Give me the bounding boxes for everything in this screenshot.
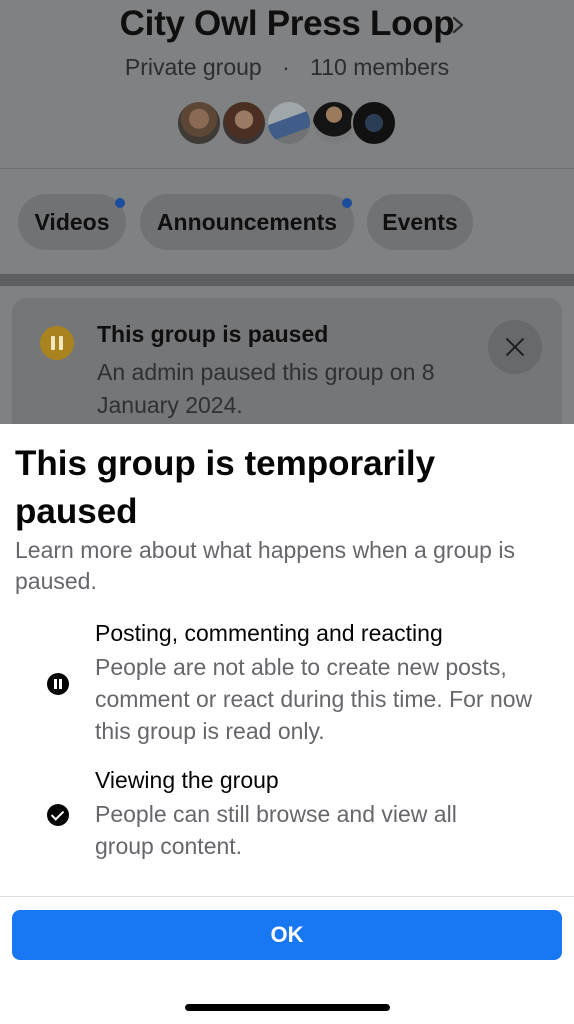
tab-announcements[interactable]: Announcements bbox=[140, 194, 354, 250]
item-title: Viewing the group bbox=[95, 767, 279, 793]
item-description: People are not able to create new posts,… bbox=[95, 654, 533, 744]
group-title[interactable]: City Owl Press Loop bbox=[120, 4, 455, 43]
meta-separator: · bbox=[282, 54, 290, 80]
pause-icon bbox=[40, 326, 74, 360]
check-circle-icon bbox=[47, 804, 69, 826]
section-separator bbox=[0, 274, 574, 286]
home-indicator bbox=[185, 1004, 390, 1011]
header-divider bbox=[0, 168, 574, 169]
group-header[interactable]: City Owl Press Loop bbox=[0, 4, 574, 44]
group-meta: Private group · 110 members bbox=[0, 54, 574, 81]
chevron-right-icon[interactable] bbox=[448, 10, 468, 40]
paused-info-sheet: This group is temporarily paused Learn m… bbox=[0, 424, 574, 1024]
notification-dot bbox=[115, 198, 125, 208]
avatar[interactable] bbox=[176, 100, 222, 146]
sheet-divider bbox=[0, 896, 574, 897]
item-description: People can still browse and view all gro… bbox=[95, 801, 457, 859]
tab-events[interactable]: Events bbox=[367, 194, 473, 250]
tab-label: Announcements bbox=[156, 208, 338, 235]
member-count[interactable]: 110 members bbox=[310, 54, 449, 80]
item-title: Posting, commenting and reacting bbox=[95, 620, 443, 646]
close-icon[interactable] bbox=[488, 320, 542, 374]
notice-text: An admin paused this group on 8 January … bbox=[97, 359, 435, 418]
group-page-background: City Owl Press Loop Private group · 110 … bbox=[0, 0, 574, 448]
tab-label: Videos bbox=[34, 208, 110, 235]
sheet-subtitle: Learn more about what happens when a gro… bbox=[15, 537, 515, 594]
avatar[interactable] bbox=[266, 100, 312, 146]
pause-icon bbox=[47, 673, 69, 695]
notice-title: This group is paused bbox=[97, 321, 329, 347]
tab-label: Events bbox=[382, 208, 458, 235]
group-privacy: Private group bbox=[124, 54, 262, 80]
ok-button[interactable]: OK bbox=[12, 910, 562, 960]
tab-videos[interactable]: Videos bbox=[18, 194, 126, 250]
notification-dot bbox=[342, 198, 352, 208]
avatar[interactable] bbox=[221, 100, 267, 146]
avatar[interactable] bbox=[351, 100, 397, 146]
sheet-title: This group is temporarily paused bbox=[15, 444, 436, 531]
